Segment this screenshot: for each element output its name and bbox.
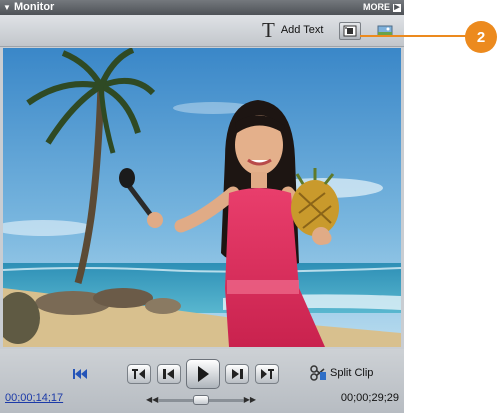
play-button[interactable]	[186, 359, 220, 389]
duration-timecode: 00;00;29;29	[340, 392, 399, 404]
monitor-toolbar: T Add Text	[0, 15, 404, 47]
go-to-next-edit-button[interactable]	[255, 364, 279, 384]
more-menu-button[interactable]: MORE	[363, 0, 390, 15]
playback-controls: ◀◀ ▶▶ Split Clip 00;00;14;17 00;00;29;29	[0, 349, 404, 413]
video-frame-image	[3, 48, 401, 347]
text-t-icon: T	[262, 18, 275, 42]
monitor-panel: ▼ Monitor MORE ▶ T Add Text ◀◀ ▶▶ Split …	[0, 0, 404, 413]
safe-margins-icon	[343, 25, 357, 37]
step-back-button[interactable]	[157, 364, 181, 384]
play-icon	[198, 366, 209, 382]
split-clip-icon	[310, 365, 326, 381]
shuttle-slider[interactable]: ◀◀ ▶▶	[146, 394, 256, 406]
go-to-previous-edit-button[interactable]	[127, 364, 151, 384]
add-text-label: Add Text	[280, 24, 324, 36]
video-preview[interactable]	[3, 48, 401, 347]
clip-view-button[interactable]	[374, 22, 396, 40]
panel-title-bar: ▼ Monitor MORE ▶	[0, 0, 404, 15]
callout-number-badge: 2	[465, 21, 497, 53]
go-to-start-icon	[73, 369, 87, 379]
more-arrow-icon[interactable]: ▶	[393, 4, 401, 12]
go-to-start-button[interactable]	[72, 367, 88, 385]
callout-leader-line	[360, 35, 473, 37]
current-time-timecode[interactable]: 00;00;14;17	[5, 392, 63, 404]
panel-title: Monitor	[14, 1, 55, 13]
add-text-button[interactable]: T Add Text	[262, 18, 324, 42]
shuttle-rewind-icon: ◀◀	[146, 395, 159, 404]
split-clip-label: Split Clip	[330, 367, 374, 379]
go-to-next-edit-icon	[261, 369, 274, 379]
step-back-icon	[163, 369, 174, 379]
safe-margins-button[interactable]	[339, 22, 361, 40]
shuttle-knob[interactable]	[193, 395, 209, 405]
step-forward-button[interactable]	[225, 364, 249, 384]
shuttle-forward-icon: ▶▶	[243, 395, 256, 404]
split-clip-button[interactable]: Split Clip	[310, 365, 373, 381]
go-to-previous-edit-icon	[132, 369, 145, 379]
collapse-triangle-icon[interactable]: ▼	[3, 0, 11, 15]
step-forward-icon	[232, 369, 243, 379]
